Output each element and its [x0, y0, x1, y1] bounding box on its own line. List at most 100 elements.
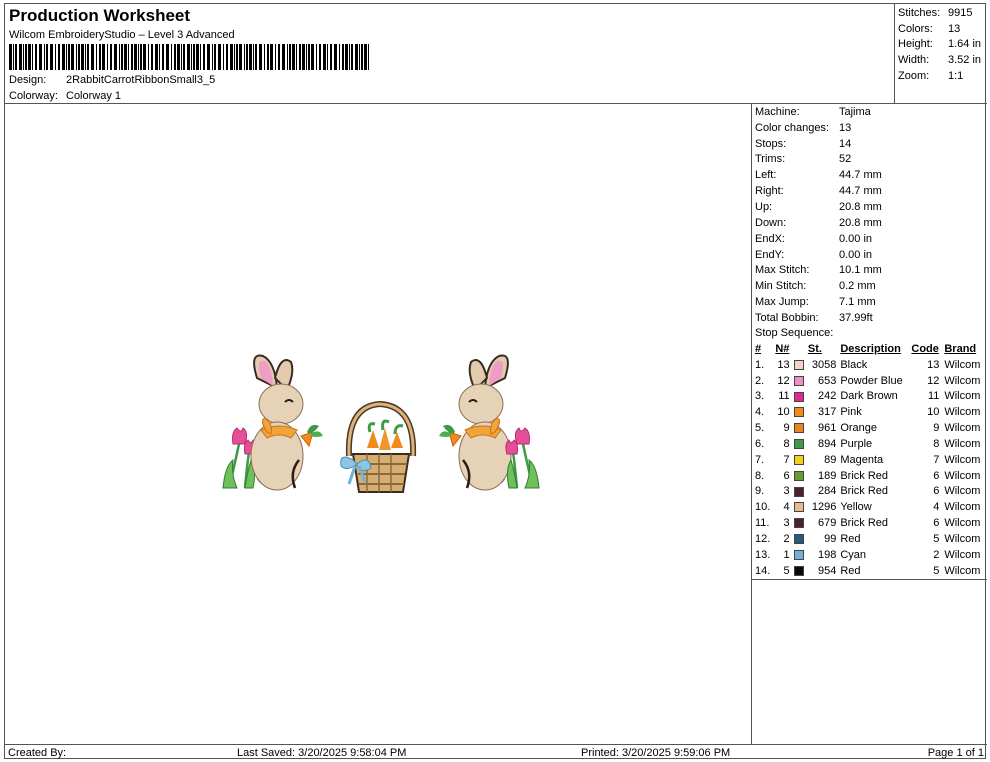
stitch-count: 894	[817, 437, 837, 450]
page-title: Production Worksheet	[9, 6, 191, 25]
stitch-count: 1296	[811, 501, 837, 514]
worksheet-header: Production Worksheet Wilcom EmbroiderySt…	[5, 4, 895, 104]
col-swatch	[794, 341, 808, 357]
machine-info-label: Total Bobbin:	[755, 311, 819, 324]
barcode-bar	[223, 44, 224, 70]
barcode-bar	[119, 44, 120, 70]
stitch-count: 653	[817, 374, 837, 387]
thread-description: Pink	[840, 406, 862, 419]
machine-info-row: Trims: 52	[752, 152, 987, 168]
machine-info-row: Up: 20.8 mm	[752, 199, 987, 215]
machine-info-row: Right: 44.7 mm	[752, 183, 987, 199]
barcode-bar	[159, 44, 160, 70]
stat-label: Colors:	[898, 22, 933, 35]
swatch-cell	[793, 420, 808, 436]
needle-number: 9	[783, 422, 790, 435]
needle-number: 3	[783, 517, 790, 530]
thread-code: 7	[933, 453, 940, 466]
barcode-bar	[50, 44, 53, 70]
barcode-bar	[278, 44, 280, 70]
stop-index: 13.	[755, 548, 771, 561]
machine-info-label: EndY:	[755, 248, 785, 261]
barcode	[9, 44, 369, 70]
barcode-bar	[244, 44, 245, 70]
thread-brand: Wilcom	[944, 406, 981, 419]
needle-number: 1	[783, 548, 790, 561]
machine-info-value: 37.99ft	[839, 311, 873, 324]
design-value: 2RabbitCarrotRibbonSmall3_5	[66, 74, 216, 86]
barcode-bar	[345, 44, 348, 70]
barcode-bar	[99, 44, 101, 70]
needle-number: 3	[783, 485, 790, 498]
stat-row: Colors: 13	[895, 21, 987, 37]
machine-info-value: 44.7 mm	[839, 185, 882, 198]
stop-sequence-row: 1. 13 3058 Black 13 Wilcom	[753, 357, 985, 373]
stop-index: 1.	[755, 358, 765, 371]
color-swatch	[793, 423, 804, 434]
barcode-bar	[342, 44, 344, 70]
barcode-bar	[155, 44, 158, 70]
thread-brand: Wilcom	[944, 374, 981, 387]
embroidery-design-preview	[222, 354, 540, 493]
barcode-bar	[253, 44, 254, 70]
barcode-bar	[177, 44, 180, 70]
colorway-label: Colorway:	[9, 90, 58, 102]
thread-code: 11	[927, 390, 940, 403]
software-name: Wilcom EmbroideryStudio – Level 3 Advanc…	[9, 29, 235, 41]
worksheet-frame: Production Worksheet Wilcom EmbroiderySt…	[4, 3, 987, 760]
barcode-bar	[68, 44, 70, 70]
col-code: Code	[911, 342, 939, 355]
barcode-bar	[302, 44, 305, 70]
machine-info-row: EndX: 0.00 in	[752, 231, 987, 247]
design-stats: Stitches: 9915 Colors: 13 Height: 1.64 in Widt…	[895, 4, 987, 104]
worksheet-footer: Created By: Last Saved: 3/20/2025 9:58:0…	[5, 744, 987, 760]
left-bunny	[250, 354, 323, 491]
barcode-bar	[85, 44, 86, 70]
color-swatch	[793, 549, 804, 560]
color-swatch	[793, 565, 804, 576]
barcode-bar	[299, 44, 301, 70]
design-row: Design: 2RabbitCarrotRibbonSmall3_5	[9, 74, 215, 86]
barcode-bar	[121, 44, 123, 70]
needle-number: 13	[777, 358, 790, 371]
stop-sequence-title: Stop Sequence:	[755, 327, 834, 340]
stat-label: Height:	[898, 38, 933, 51]
barcode-bar	[311, 44, 314, 70]
stop-index: 2.	[755, 374, 765, 387]
stat-row: Stitches: 9915	[895, 5, 987, 21]
machine-info-label: Machine:	[755, 105, 800, 118]
thread-code: 2	[933, 548, 940, 561]
barcode-bar	[296, 44, 297, 70]
stop-sequence-row: 7. 7 89 Magenta 7 Wilcom	[753, 452, 985, 468]
stop-index: 8.	[755, 469, 765, 482]
color-swatch	[793, 439, 804, 450]
barcode-bar	[193, 44, 195, 70]
barcode-bar	[13, 44, 14, 70]
swatch-cell	[793, 468, 808, 484]
thread-description: Purple	[840, 437, 873, 450]
thread-brand: Wilcom	[944, 485, 981, 498]
needle-number: 2	[783, 533, 790, 546]
barcode-bar	[306, 44, 307, 70]
barcode-bar	[287, 44, 288, 70]
needle-number: 7	[783, 453, 790, 466]
barcode-bar	[264, 44, 265, 70]
barcode-bar	[55, 44, 56, 70]
stop-index: 10.	[755, 501, 771, 514]
thread-description: Orange	[840, 422, 878, 435]
barcode-bar	[292, 44, 295, 70]
machine-info-label: EndX:	[755, 232, 785, 245]
page-number: Page 1 of 1	[927, 747, 984, 759]
barcode-bar	[66, 44, 67, 70]
swatch-cell	[793, 357, 808, 373]
barcode-bar	[87, 44, 89, 70]
color-swatch	[793, 407, 804, 418]
barcode-bar	[259, 44, 262, 70]
swatch-cell	[793, 389, 808, 405]
stat-row: Zoom: 1:1	[895, 68, 987, 84]
stop-sequence-row: 11. 3 679 Brick Red 6 Wilcom	[753, 515, 985, 531]
swatch-cell	[793, 531, 808, 547]
thread-brand: Wilcom	[944, 390, 981, 403]
needle-number: 10	[777, 406, 790, 419]
stop-sequence-row: 9. 3 284 Brick Red 6 Wilcom	[753, 484, 985, 500]
